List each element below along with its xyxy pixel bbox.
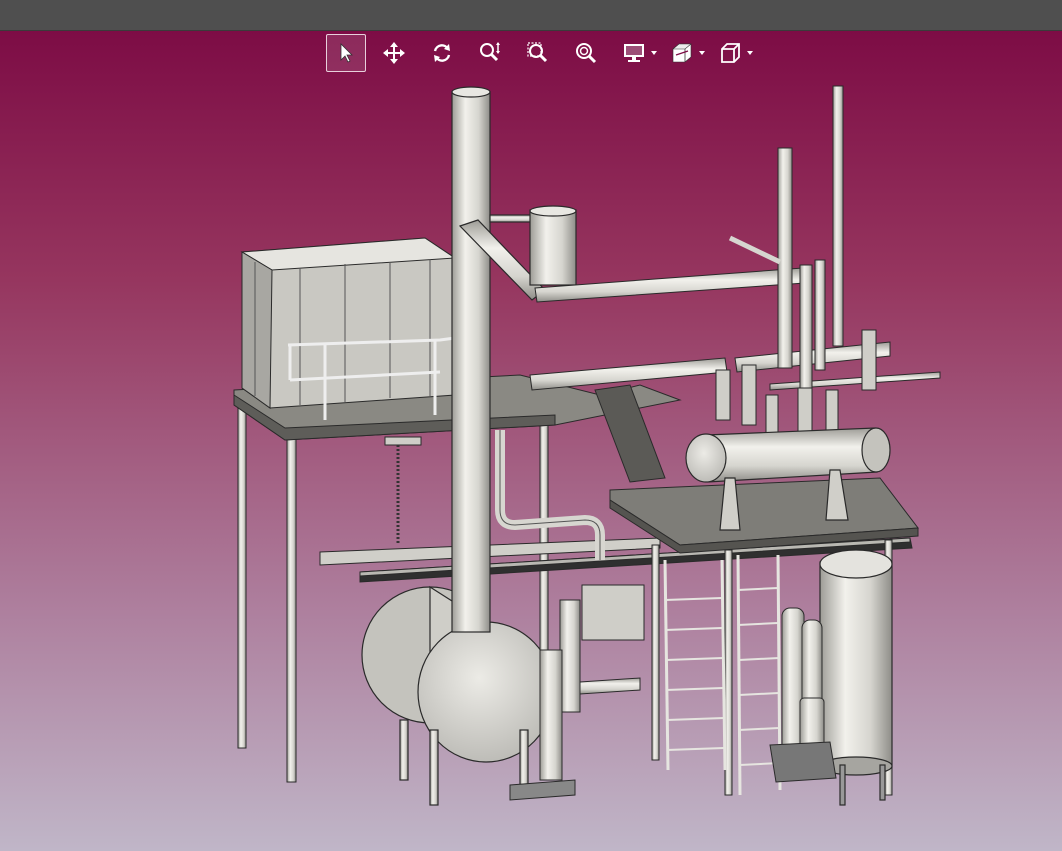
section-view-icon (672, 43, 692, 63)
display-dropdown-caret-icon[interactable] (651, 51, 657, 55)
move-arrows-icon (383, 42, 405, 64)
zoom-fit-button[interactable] (566, 34, 606, 72)
view-dropdown-caret-icon[interactable] (747, 51, 753, 55)
zoom-window-icon (527, 42, 548, 63)
zoom-vertical-icon (480, 42, 500, 62)
view-toolbar (326, 33, 758, 73)
title-bar (0, 0, 1062, 31)
rotate-icon (433, 44, 451, 62)
pan-button[interactable] (374, 34, 414, 72)
section-dropdown-caret-icon[interactable] (699, 51, 705, 55)
model-viewport[interactable] (0, 80, 1062, 851)
view-orientation-button[interactable] (710, 34, 753, 72)
cube-view-icon (721, 43, 740, 63)
monitor-icon (624, 44, 644, 62)
rotate-button[interactable] (422, 34, 462, 72)
select-button[interactable] (326, 34, 366, 72)
zoom-fit-icon (576, 43, 597, 64)
cursor-arrow-icon (340, 43, 353, 63)
zoom-button[interactable] (470, 34, 510, 72)
display-mode-button[interactable] (614, 34, 657, 72)
zoom-window-button[interactable] (518, 34, 558, 72)
section-view-button[interactable] (662, 34, 705, 72)
top-vessel (529, 205, 577, 286)
